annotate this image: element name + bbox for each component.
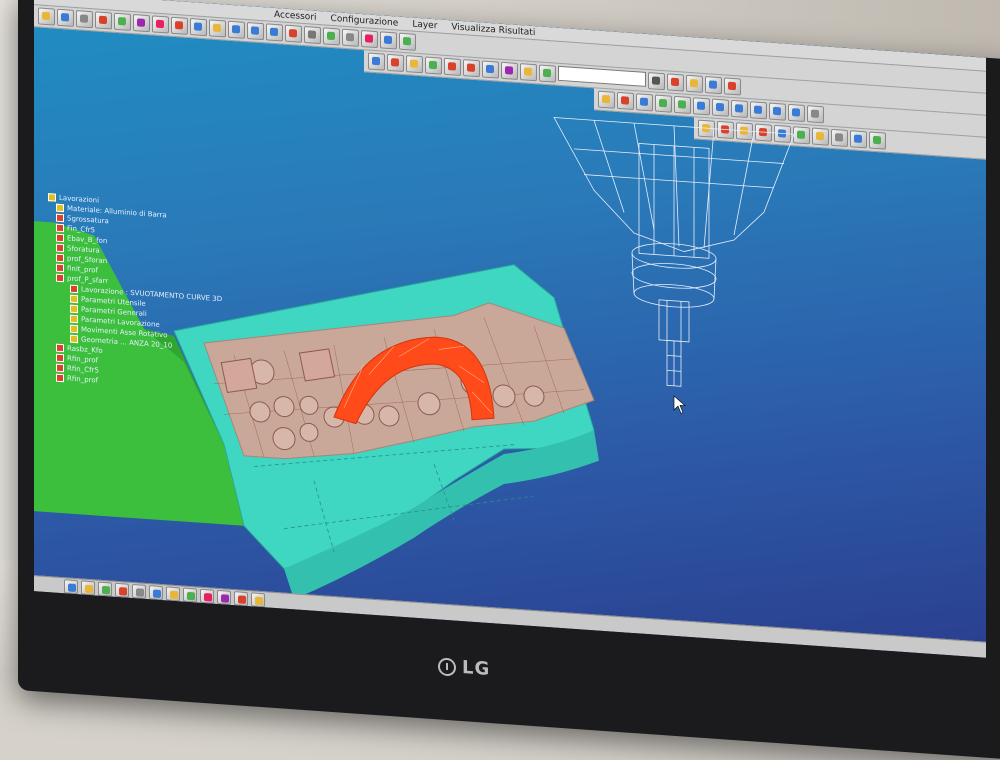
copy-icon[interactable] bbox=[98, 581, 112, 597]
monitor-bezel: Accessori Configurazione Layer Visualizz… bbox=[18, 0, 1000, 760]
hide-icon[interactable] bbox=[132, 583, 146, 599]
cam-screen: Accessori Configurazione Layer Visualizz… bbox=[34, 0, 986, 658]
transparency-icon[interactable] bbox=[217, 589, 231, 605]
operation-icon bbox=[56, 203, 64, 213]
mouse-cursor-icon bbox=[673, 395, 686, 414]
section-icon[interactable] bbox=[234, 591, 248, 607]
wireframe-spindle-icon bbox=[553, 117, 795, 387]
color-icon[interactable] bbox=[200, 588, 214, 604]
select-icon[interactable] bbox=[64, 579, 78, 595]
operation-icon bbox=[56, 253, 64, 263]
operation-icon bbox=[70, 334, 78, 344]
operation-icon bbox=[70, 284, 78, 294]
operation-icon bbox=[56, 273, 64, 283]
operation-icon bbox=[56, 373, 64, 383]
operation-icon bbox=[56, 243, 64, 253]
unlock-icon[interactable] bbox=[183, 587, 197, 603]
paste-icon[interactable] bbox=[115, 582, 129, 598]
brand-logo: LG bbox=[438, 655, 490, 680]
operation-icon bbox=[56, 213, 64, 223]
operation-icon bbox=[70, 324, 78, 334]
operation-icon bbox=[56, 343, 64, 353]
operation-icon bbox=[70, 314, 78, 324]
operation-icon bbox=[56, 353, 64, 363]
move-icon[interactable] bbox=[81, 580, 95, 596]
lg-logo-icon bbox=[438, 656, 456, 677]
light-icon[interactable] bbox=[251, 592, 265, 608]
lock-icon[interactable] bbox=[166, 586, 180, 602]
operation-icon bbox=[56, 263, 64, 273]
operation-icon bbox=[70, 304, 78, 314]
3d-viewport[interactable] bbox=[34, 0, 986, 658]
folder-icon bbox=[48, 193, 56, 202]
operation-icon bbox=[56, 363, 64, 373]
operation-icon bbox=[56, 223, 64, 233]
tree-item-label: Rfin_prof bbox=[67, 374, 99, 385]
operation-icon bbox=[70, 294, 78, 304]
operation-icon bbox=[56, 233, 64, 243]
operations-tree: Lavorazioni Materiale: Alluminio di Barr… bbox=[48, 192, 222, 390]
show-icon[interactable] bbox=[149, 585, 163, 601]
